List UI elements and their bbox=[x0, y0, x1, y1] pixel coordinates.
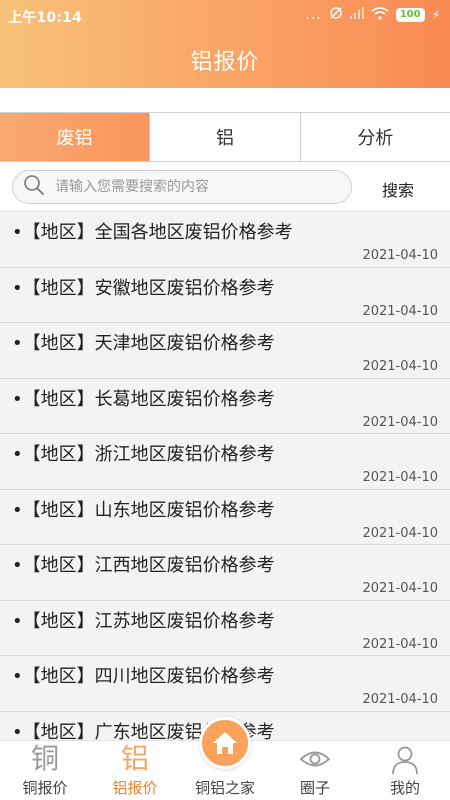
nav-copper-price[interactable]: 铜 铜报价 bbox=[0, 741, 90, 800]
wifi-icon bbox=[371, 6, 389, 24]
list-item[interactable]: •【地区】天津地区废铝价格参考 2021-04-10 bbox=[0, 323, 450, 379]
list-item-date: 2021-04-10 bbox=[362, 414, 438, 430]
list-item-date: 2021-04-10 bbox=[362, 692, 438, 707]
nav-label: 铜报价 bbox=[22, 779, 68, 797]
list-item-title: •【地区】山东地区废铝价格参考 bbox=[12, 499, 275, 521]
mute-icon bbox=[329, 6, 343, 24]
status-dots: ... bbox=[305, 7, 322, 23]
nav-aluminum-price[interactable]: 铝 铝报价 bbox=[90, 741, 180, 800]
list-item[interactable]: •【地区】长葛地区废铝价格参考 2021-04-10 bbox=[0, 378, 450, 434]
list-item-date: 2021-04-10 bbox=[362, 636, 438, 652]
nav-copper-aluminum-home[interactable]: 铜铝之家 bbox=[180, 717, 270, 800]
tab-aluminum[interactable]: 铝 bbox=[150, 113, 301, 161]
category-tabs: 废铝 铝 分析 bbox=[0, 112, 450, 162]
eye-icon bbox=[299, 745, 331, 777]
list-item-title: •【地区】江西地区废铝价格参考 bbox=[12, 555, 275, 576]
nav-label: 铜铝之家 bbox=[194, 779, 255, 797]
charging-icon: ⚡ bbox=[431, 8, 440, 22]
list-item[interactable]: •【地区】全国各地区废铝价格参考 2021-04-10 bbox=[0, 212, 450, 268]
aluminum-glyph-icon: 铝 bbox=[120, 742, 149, 775]
list-item[interactable]: •【地区】浙江地区废铝价格参考 2021-04-10 bbox=[0, 434, 450, 490]
tab-scrap-aluminum[interactable]: 废铝 bbox=[0, 113, 151, 161]
list-item[interactable]: •【地区】江苏地区废铝价格参考 2021-04-10 bbox=[0, 600, 450, 656]
list-item-title: •【地区】全国各地区废铝价格参考 bbox=[12, 222, 293, 243]
status-bar: 上午10:14 ... 100 ⚡ bbox=[0, 0, 450, 30]
list-item-title: •【地区】天津地区废铝价格参考 bbox=[12, 333, 275, 354]
nav-label: 我的 bbox=[389, 779, 420, 797]
user-icon bbox=[390, 745, 420, 779]
list-item-title: •【地区】浙江地区废铝价格参考 bbox=[12, 444, 275, 465]
status-icons: ... 100 ⚡ bbox=[305, 6, 440, 24]
search-input[interactable] bbox=[55, 179, 325, 195]
list-item[interactable]: •【地区】江西地区废铝价格参考 2021-04-10 bbox=[0, 545, 450, 601]
nav-label: 圈子 bbox=[299, 779, 330, 797]
list-item-title: •【地区】安徽地区废铝价格参考 bbox=[12, 277, 275, 299]
nav-mine[interactable]: 我的 bbox=[360, 741, 450, 800]
list-item-date: 2021-04-10 bbox=[362, 581, 438, 596]
list-item-date: 2021-04-10 bbox=[362, 303, 438, 319]
search-bar: 搜索 bbox=[0, 162, 450, 212]
home-icon bbox=[199, 717, 251, 769]
nav-circle[interactable]: 圈子 bbox=[270, 741, 360, 800]
list-item[interactable]: •【地区】山东地区废铝价格参考 2021-04-10 bbox=[0, 489, 450, 545]
list-item-date: 2021-04-10 bbox=[362, 248, 438, 263]
page-title: 铝报价 bbox=[190, 50, 260, 75]
app-header: 上午10:14 ... 100 ⚡ 铝报价 bbox=[0, 0, 450, 88]
bottom-nav: 铜 铜报价 铝 铝报价 铜铝之家 圈子 我的 bbox=[0, 717, 450, 800]
list-item[interactable]: •【地区】安徽地区废铝价格参考 2021-04-10 bbox=[0, 267, 450, 323]
search-icon bbox=[23, 174, 45, 200]
list-item-title: •【地区】四川地区废铝价格参考 bbox=[12, 666, 275, 687]
tab-analysis[interactable]: 分析 bbox=[301, 113, 450, 161]
list-item[interactable]: •【地区】四川地区废铝价格参考 2021-04-10 bbox=[0, 656, 450, 712]
signal-icon bbox=[349, 7, 364, 23]
nav-label: 铝报价 bbox=[112, 779, 158, 797]
battery-icon: 100 bbox=[395, 8, 425, 22]
list-item-date: 2021-04-10 bbox=[362, 525, 438, 541]
header-spacer bbox=[0, 88, 450, 112]
list-item-title: •【地区】江苏地区废铝价格参考 bbox=[12, 610, 275, 632]
status-time: 上午10:14 bbox=[8, 10, 82, 26]
list-item-title: •【地区】长葛地区废铝价格参考 bbox=[12, 388, 275, 410]
copper-glyph-icon: 铜 bbox=[30, 742, 59, 775]
search-box[interactable] bbox=[12, 170, 352, 204]
list-item-date: 2021-04-10 bbox=[362, 359, 438, 374]
price-list: •【地区】全国各地区废铝价格参考 2021-04-10 •【地区】安徽地区废铝价… bbox=[0, 212, 450, 740]
search-button[interactable]: 搜索 bbox=[382, 177, 414, 201]
list-item-date: 2021-04-10 bbox=[362, 470, 438, 485]
